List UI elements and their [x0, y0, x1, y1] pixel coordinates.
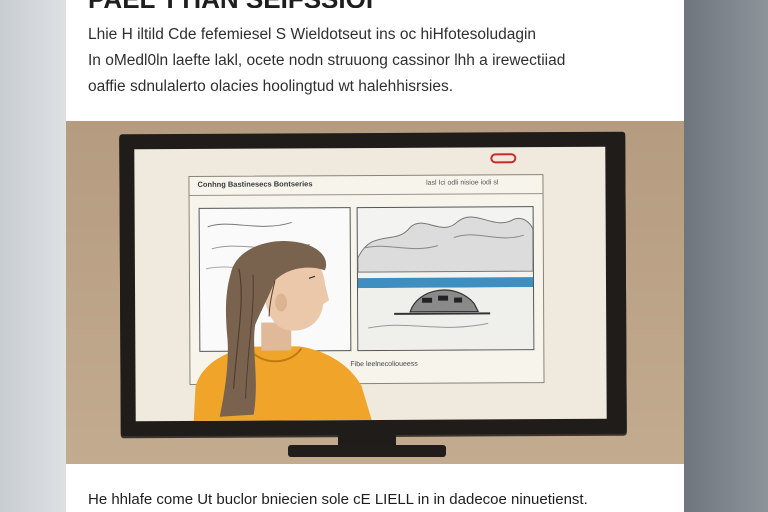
- article-lead: Lhie H iltild Cde fefemiesel S Wieldotse…: [88, 22, 668, 100]
- person-illustration: [193, 241, 372, 421]
- page-background-right: [684, 0, 768, 512]
- window-title-bar: Conhng Bastinesecs Bontseries lasl Ici o…: [189, 175, 543, 196]
- article-card: PAEL TTIAN SEIFSSIOI Lhie H iltild Cde f…: [66, 0, 684, 512]
- lead-line: In oMedl0ln laefte lakl, ocete nodn stru…: [88, 52, 566, 69]
- article-illustration: Conhng Bastinesecs Bontseries lasl Ici o…: [66, 121, 684, 464]
- lead-line: Lhie H iltild Cde fefemiesel S Wieldotse…: [88, 26, 537, 43]
- record-indicator-icon: [490, 153, 517, 164]
- window-menu: lasl Ici odli nisioe iodi sl: [426, 179, 499, 187]
- monitor: Conhng Bastinesecs Bontseries lasl Ici o…: [119, 131, 627, 437]
- monitor-screen: Conhng Bastinesecs Bontseries lasl Ici o…: [134, 146, 607, 422]
- monitor-stand-base: [288, 445, 446, 457]
- page-background-left: [0, 0, 66, 512]
- video-panel-right: [356, 206, 535, 352]
- landscape-sketch-icon: [357, 216, 534, 351]
- window-title: Conhng Bastinesecs Bontseries: [197, 179, 313, 189]
- lead-line: oaffie sdnulalerto olacies hoolingtud wt…: [88, 78, 454, 95]
- article-caption: He hhlafe come Ut buclor bniecien sole c…: [88, 491, 588, 508]
- article-heading: PAEL TTIAN SEIFSSIOI: [88, 0, 548, 8]
